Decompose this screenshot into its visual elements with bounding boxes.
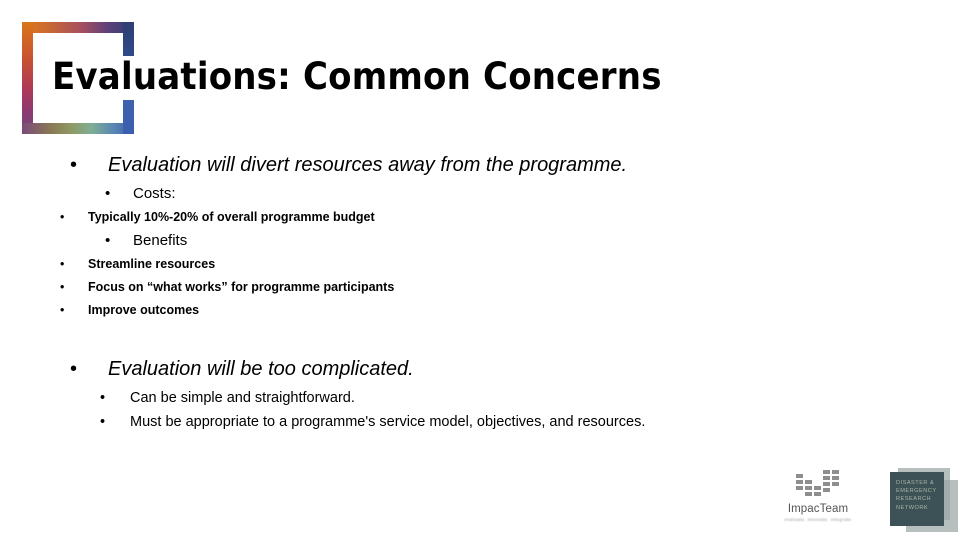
bullet-item-concern-1: • Evaluation will divert resources away … [70, 150, 960, 180]
bullet-text: Evaluation will divert resources away fr… [108, 154, 628, 176]
frame-segment-top [22, 22, 134, 33]
bullet-list-level1: • Evaluation will divert resources away … [0, 150, 960, 180]
bullet-list-level2-b: • Can be simple and straightforward. • M… [0, 386, 960, 434]
frame-segment-right-bottom [123, 100, 134, 134]
bullet-item-benefit-detail: • Improve outcomes [60, 299, 960, 322]
bullet-text: Benefits [133, 232, 188, 249]
bullet-text: Streamline resources [88, 257, 216, 271]
frame-segment-right-top [123, 22, 134, 56]
bullet-text: Costs: [133, 185, 176, 202]
bullet-glyph-icon: • [70, 358, 78, 380]
bullet-item-cost-detail: • Typically 10%-20% of overall programme… [60, 206, 960, 229]
bullet-item-concern-2: • Evaluation will be too complicated. [70, 354, 960, 384]
bullet-text: Can be simple and straightforward. [130, 390, 355, 406]
bullet-glyph-icon: • [100, 414, 106, 430]
slide-body-block-two: • Evaluation will be too complicated. • … [0, 354, 960, 434]
bullet-text: Evaluation will be too complicated. [108, 358, 414, 380]
bullet-glyph-icon: • [70, 154, 78, 176]
bullet-text: Must be appropriate to a programme's ser… [130, 414, 646, 430]
dern-logo-line: Research [896, 496, 932, 503]
bullet-glyph-icon: • [60, 280, 65, 294]
dern-logo: Disaster & Emergency Research Network [880, 466, 958, 538]
bullet-glyph-icon: • [60, 257, 65, 271]
bullet-item-benefits: • Benefits [105, 229, 960, 253]
logo-strip: ImpacTeam evaluate. innovate. integrate … [780, 466, 960, 540]
bullet-list-level1-b: • Evaluation will be too complicated. [0, 354, 960, 384]
bullet-item-appropriateness: • Must be appropriate to a programme's s… [100, 410, 960, 434]
bullet-list-level3-benefits: • Streamline resources • Focus on “what … [0, 253, 960, 322]
frame-segment-bottom [22, 123, 134, 134]
dern-logo-text: Disaster & Emergency Research Network [896, 479, 944, 512]
bullet-text: Improve outcomes [88, 303, 200, 317]
impacteam-logo: ImpacTeam evaluate. innovate. integrate [780, 470, 856, 522]
bullet-list-level2-costs: • Costs: [0, 182, 960, 206]
bullet-item-simplicity: • Can be simple and straightforward. [100, 386, 960, 410]
bullet-list-level2-benefits: • Benefits [0, 229, 960, 253]
bullet-glyph-icon: • [105, 185, 111, 202]
dern-logo-line: Network [896, 504, 929, 511]
bullet-item-costs: • Costs: [105, 182, 960, 206]
bullet-glyph-icon: • [105, 232, 111, 249]
bullet-text: Typically 10%-20% of overall programme b… [88, 210, 375, 224]
bullet-glyph-icon: • [60, 210, 65, 224]
bullet-item-benefit-detail: • Streamline resources [60, 253, 960, 276]
slide-title: Evaluations: Common Concerns [52, 55, 662, 98]
bullet-item-benefit-detail: • Focus on “what works” for programme pa… [60, 276, 960, 299]
impacteam-mark-icon [796, 470, 840, 500]
bullet-list-level3-costs: • Typically 10%-20% of overall programme… [0, 206, 960, 229]
slide-canvas: Evaluations: Common Concerns • Evaluatio… [0, 0, 960, 540]
bullet-text: Focus on “what works” for programme part… [88, 280, 395, 294]
impacteam-logo-tagline: evaluate. innovate. integrate [784, 517, 852, 522]
frame-segment-left [22, 22, 33, 134]
slide-body: • Evaluation will divert resources away … [0, 150, 960, 434]
bullet-glyph-icon: • [60, 303, 65, 317]
dern-logo-line: Disaster & [896, 480, 935, 486]
impacteam-logo-name: ImpacTeam [787, 503, 849, 515]
bullet-glyph-icon: • [100, 390, 106, 406]
dern-logo-line: Emergency [896, 488, 937, 495]
